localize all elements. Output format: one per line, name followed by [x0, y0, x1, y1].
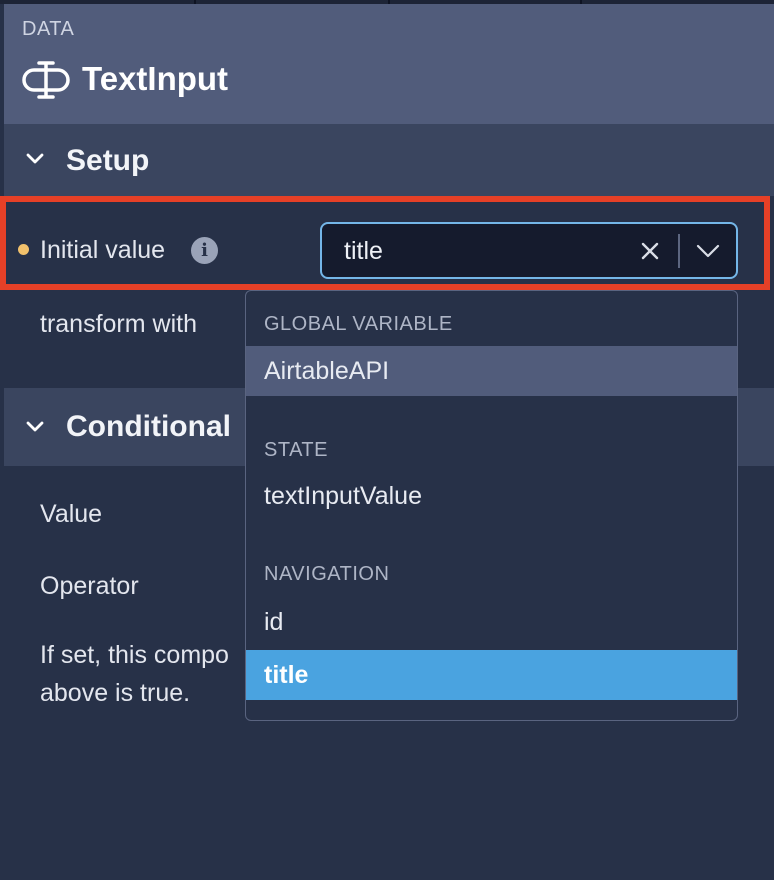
component-header: DATA TextInput [4, 4, 774, 124]
description-line: above is true. [40, 679, 191, 707]
group-label-state: STATE [264, 439, 328, 461]
variable-dropdown-menu: GLOBAL VARIABLE AirtableAPI STATE textIn… [245, 290, 738, 721]
conditional-operator-label: Operator [40, 572, 139, 600]
option-title[interactable]: title [246, 650, 737, 700]
component-name: TextInput [82, 60, 229, 97]
group-label-navigation: NAVIGATION [264, 563, 390, 585]
conditional-description: If set, this compo above is true. [40, 636, 229, 712]
setup-section-header[interactable]: Setup [4, 124, 774, 196]
highlight-annotation [0, 196, 770, 290]
setup-section-title: Setup [66, 144, 150, 177]
option-id[interactable]: id [246, 597, 737, 647]
chevron-down-icon [26, 153, 44, 164]
group-label-global-variable: GLOBAL VARIABLE [264, 313, 453, 335]
option-textinputvalue[interactable]: textInputValue [246, 471, 737, 521]
component-category: DATA [22, 18, 75, 40]
description-line: If set, this compo [40, 641, 229, 669]
conditional-section-title: Conditional [66, 410, 231, 443]
text-input-icon [22, 61, 70, 99]
option-airtableapi[interactable]: AirtableAPI [246, 346, 737, 396]
conditional-value-label: Value [40, 500, 103, 528]
transform-with-label: transform with [40, 310, 197, 338]
chevron-down-icon [26, 421, 44, 432]
